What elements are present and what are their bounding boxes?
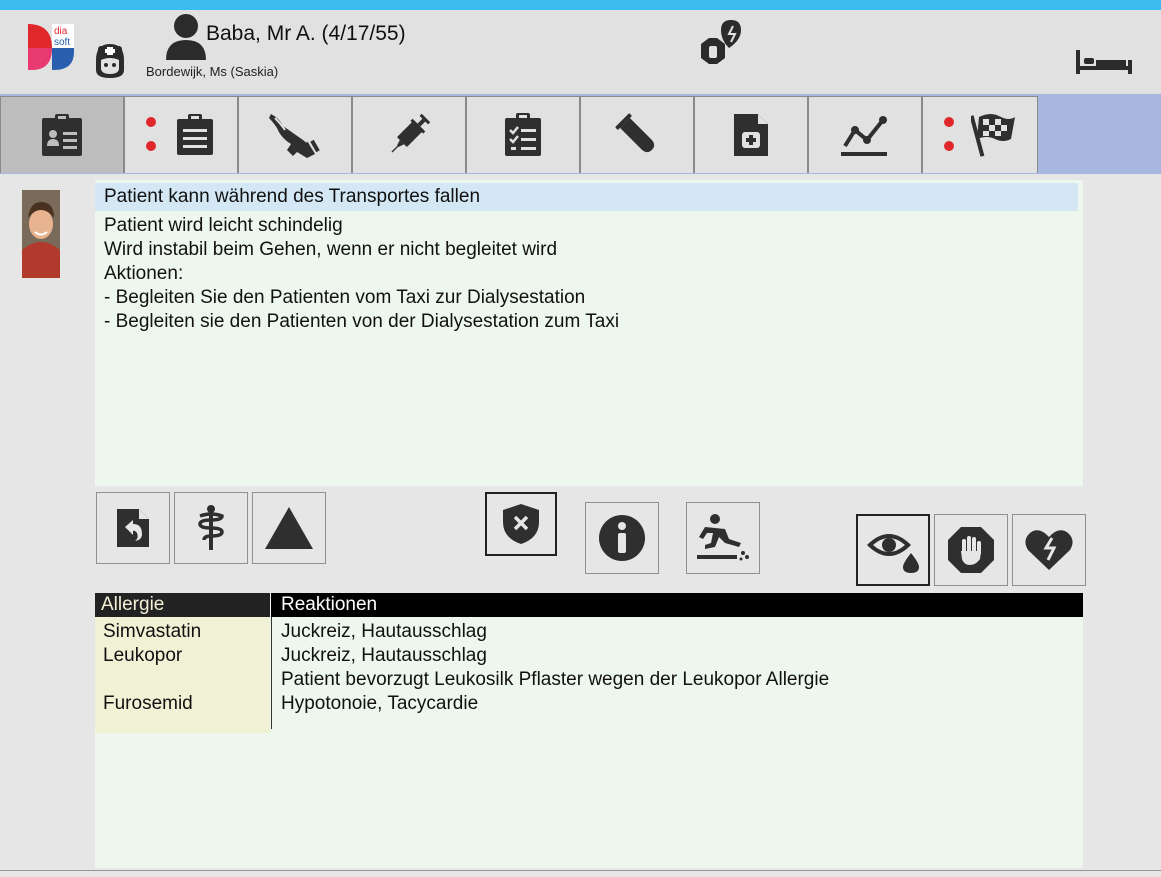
diasoft-logo: dia soft — [24, 22, 76, 72]
alert-dot — [944, 141, 954, 151]
tab-injection[interactable] — [352, 96, 466, 173]
fall-risk-button[interactable] — [686, 502, 760, 574]
allergen-cell[interactable]: Simvastatin — [103, 621, 201, 643]
bed-icon[interactable] — [1076, 46, 1136, 76]
note-line: - Begleiten sie den Patienten von der Di… — [104, 311, 620, 332]
eye-drop-button[interactable] — [856, 514, 930, 586]
syringe-icon — [391, 113, 431, 153]
patient-icon — [164, 12, 208, 60]
note-panel: Patient kann während des Transportes fal… — [95, 180, 1083, 486]
test-tube-icon — [615, 113, 655, 153]
medication-button[interactable] — [174, 492, 248, 564]
broken-heart-icon — [1025, 530, 1073, 570]
top-accent-bar — [0, 0, 1161, 10]
allergy-table: Allergie Reaktionen Simvastatin Juckreiz… — [95, 593, 1083, 868]
tab-prescription[interactable] — [694, 96, 808, 173]
tab-notes[interactable] — [124, 96, 238, 173]
reaction-cell[interactable]: Juckreiz, Hautausschlag — [281, 621, 487, 643]
nurse-icon — [90, 40, 130, 80]
stop-hand-icon — [948, 527, 994, 573]
header-allergie[interactable]: Allergie — [95, 593, 270, 617]
allergen-cell[interactable]: Furosemid — [103, 693, 193, 715]
reaction-cell[interactable]: Patient bevorzugt Leukosilk Pflaster weg… — [281, 669, 829, 691]
note-title[interactable]: Patient kann während des Transportes fal… — [95, 183, 1078, 211]
logo-text-bottom: soft — [54, 37, 70, 48]
medical-document-icon — [734, 114, 768, 156]
tab-finish[interactable] — [922, 96, 1038, 173]
clipboard-id-icon — [42, 114, 82, 156]
line-chart-icon — [841, 116, 887, 156]
reaction-cell[interactable]: Hypotonoie, Tacycardie — [281, 693, 478, 715]
eye-drop-icon — [867, 534, 919, 573]
alert-dot — [944, 117, 954, 127]
heart-hand-alert-icon[interactable] — [691, 18, 751, 74]
patient-photo — [22, 190, 60, 278]
note-line: Wird instabil beim Gehen, wenn er nicht … — [104, 239, 558, 260]
info-button[interactable] — [585, 502, 659, 574]
stop-button[interactable] — [934, 514, 1008, 586]
tab-trend[interactable] — [808, 96, 922, 173]
safety-button[interactable] — [485, 492, 557, 556]
tab-bar — [0, 94, 1161, 174]
tab-checklist[interactable] — [466, 96, 580, 173]
fall-risk-icon — [697, 514, 749, 561]
back-button[interactable] — [96, 492, 170, 564]
warning-button[interactable] — [252, 492, 326, 564]
tab-access[interactable] — [238, 96, 352, 173]
main-content: Patient kann während des Transportes fal… — [0, 174, 1161, 870]
checkered-flag-icon — [971, 114, 1015, 157]
note-line: Aktionen: — [104, 263, 184, 284]
heart-button[interactable] — [1012, 514, 1086, 586]
note-line: - Begleiten Sie den Patienten vom Taxi z… — [104, 287, 586, 308]
tab-patient-record[interactable] — [0, 96, 124, 173]
nurse-name: Bordewijk, Ms (Saskia) — [146, 64, 279, 79]
arm-access-icon — [269, 114, 320, 158]
alert-dot — [146, 141, 156, 151]
column-divider — [271, 617, 272, 729]
warning-triangle-icon — [265, 507, 313, 549]
patient-header: dia soft Baba, Mr A. (4/17/55) Bordewijk… — [0, 10, 1161, 94]
info-icon — [599, 515, 645, 561]
clipboard-icon — [177, 114, 213, 155]
shield-x-icon — [503, 504, 539, 544]
caduceus-icon — [198, 505, 224, 550]
patient-name: Baba, Mr A. (4/17/55) — [206, 22, 406, 45]
note-line: Patient wird leicht schindelig — [104, 215, 343, 236]
allergen-cell[interactable]: Leukopor — [103, 645, 182, 667]
logo-text-top: dia — [54, 26, 68, 37]
header-reaktionen[interactable]: Reaktionen — [271, 593, 1083, 617]
tab-lab[interactable] — [580, 96, 694, 173]
alert-dot — [146, 117, 156, 127]
back-icon — [117, 509, 149, 547]
reaction-cell[interactable]: Juckreiz, Hautausschlag — [281, 645, 487, 667]
clipboard-check-icon — [505, 113, 541, 156]
